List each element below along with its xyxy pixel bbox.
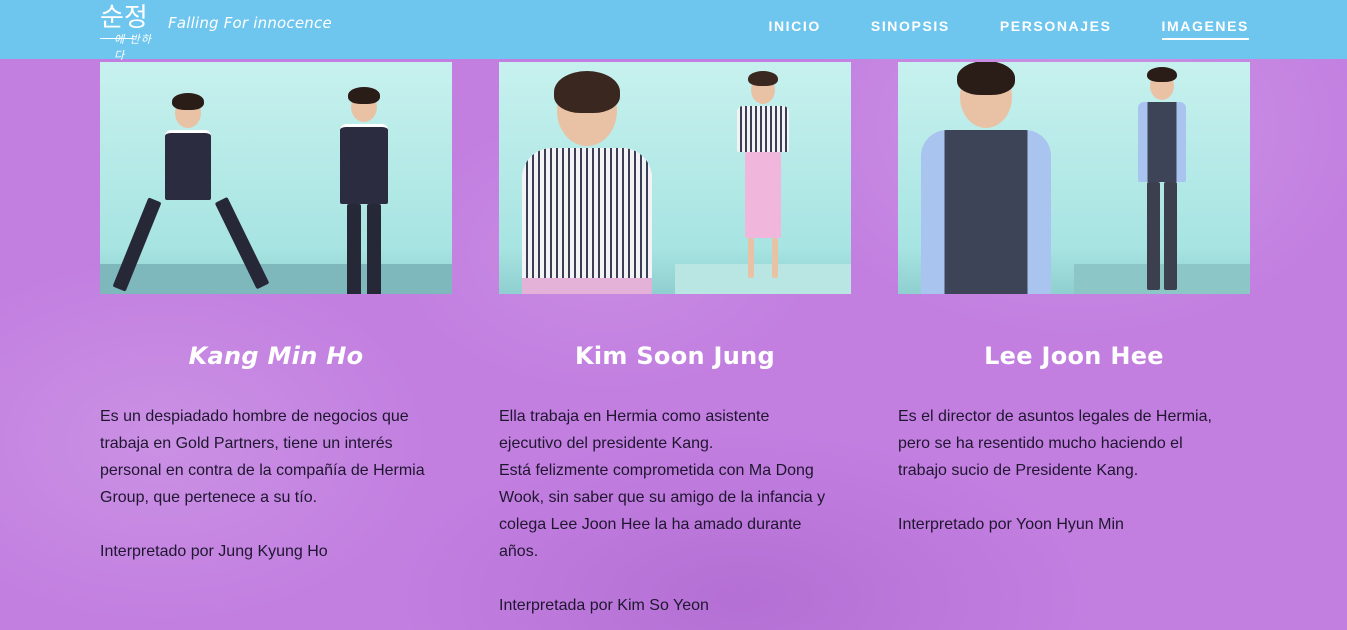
description-line: trabajo sucio de Presidente Kang. [898,462,1139,479]
nav-item-sinopsis[interactable]: SINOPSIS [871,18,950,40]
character-photos [499,62,851,294]
character-card-kang-min-ho: Kang Min Ho Es un despiadado hombre de n… [100,62,452,565]
character-photo [1074,62,1250,294]
description-line: trabaja en Gold Partners, tiene un inter… [100,435,393,452]
character-name: Kang Min Ho [188,342,364,370]
character-photo [675,62,851,294]
description-line: Es un despiadado hombre de negocios que [100,408,409,425]
logo-korean-title: 순정 [100,3,148,33]
character-photo [499,62,675,294]
character-card-kim-soon-jung: Kim Soon Jung Ella trabaja en Hermia com… [499,62,851,619]
logo-title: Falling For innocence [168,14,332,32]
character-description: Es un despiadado hombre de negocios que … [100,403,452,565]
nav-item-inicio[interactable]: INICIO [768,18,820,40]
actor-credit: Interpretado por Jung Kyung Ho [100,543,328,560]
character-description: Es el director de asuntos legales de Her… [898,403,1250,538]
main-nav: INICIO SINOPSIS PERSONAJES IMAGENES [768,18,1249,40]
logo-underline [100,38,134,39]
character-card-lee-joon-hee: Lee Joon Hee Es el director de asuntos l… [898,62,1250,538]
description-line: pero se ha resentido mucho haciendo el [898,435,1183,452]
description-line: Ella trabaja en Hermia como asistente [499,408,770,425]
description-line: años. [499,543,539,560]
description-line: colega Lee Joon Hee la ha amado durante [499,516,802,533]
site-logo[interactable]: 순정 에 반하다 Falling For innocence [100,3,332,62]
character-name: Kim Soon Jung [574,342,776,370]
nav-item-imagenes[interactable]: IMAGENES [1161,18,1249,40]
description-line: Group, que pertenece a su tío. [100,489,318,506]
top-navigation-bar: 순정 에 반하다 Falling For innocence INICIO SI… [0,0,1347,62]
nav-item-personajes[interactable]: PERSONAJES [1000,18,1112,40]
character-photo [276,62,452,294]
character-name: Lee Joon Hee [984,342,1164,370]
character-photos [898,62,1250,294]
description-line: Es el director de asuntos legales de Her… [898,408,1212,425]
description-line: Está felizmente comprometida con Ma Dong [499,462,814,479]
logo-mark: 순정 에 반하다 [100,3,158,62]
description-line: Wook, sin saber que su amigo de la infan… [499,489,826,506]
description-line: ejecutivo del presidente Kang. [499,435,714,452]
character-photo [898,62,1074,294]
character-description: Ella trabaja en Hermia como asistente ej… [499,403,851,619]
character-photo [100,62,276,294]
actor-credit: Interpretada por Kim So Yeon [499,597,709,614]
description-line: personal en contra de la compañía de Her… [100,462,425,479]
logo-korean-subtitle: 에 반하다 [114,33,152,62]
character-photos [100,62,452,294]
actor-credit: Interpretado por Yoon Hyun Min [898,516,1124,533]
